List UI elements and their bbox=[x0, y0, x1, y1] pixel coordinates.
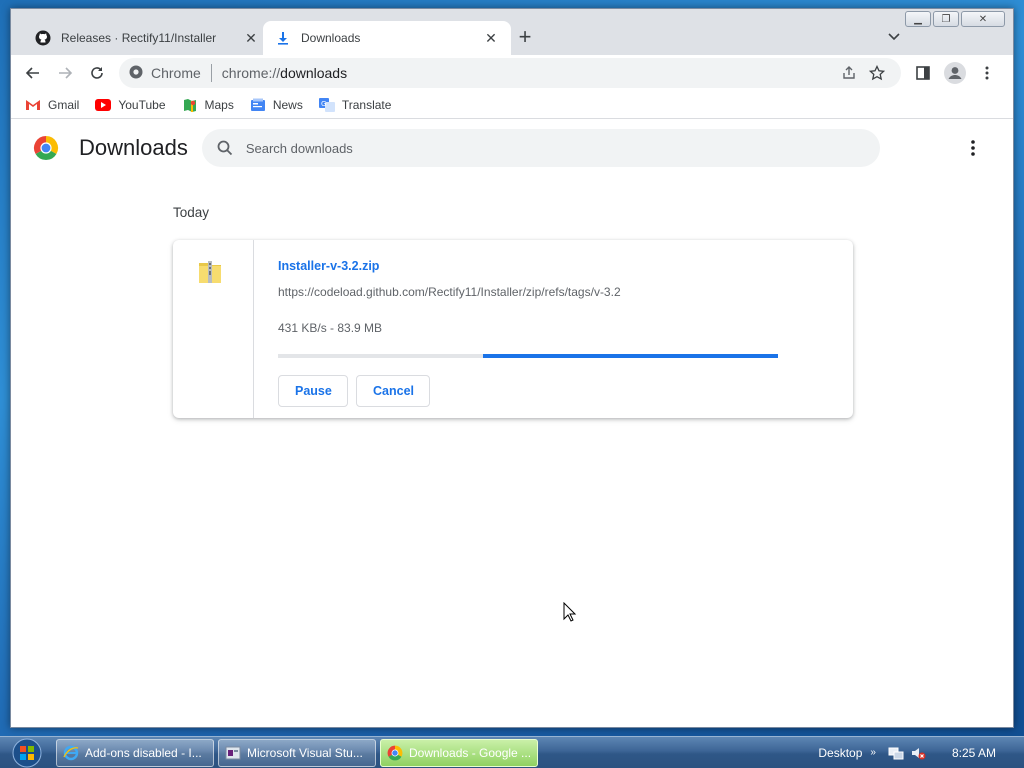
bookmark-maps[interactable]: Maps bbox=[182, 97, 234, 113]
desktop-toolbar-label[interactable]: Desktop bbox=[818, 746, 862, 760]
share-icon[interactable] bbox=[835, 59, 863, 87]
pause-button[interactable]: Pause bbox=[278, 375, 348, 407]
tab-releases[interactable]: Releases · Rectify11/Installer ✕ bbox=[23, 21, 271, 55]
taskbar: Add-ons disabled - I... Microsoft Visual… bbox=[0, 736, 1024, 768]
chrome-menu-button[interactable] bbox=[973, 59, 1001, 87]
toolbar: Chrome chrome:// downloads bbox=[11, 55, 1013, 91]
progress-status: 431 KB/s - 83.9 MB bbox=[278, 321, 383, 335]
kebab-menu-icon bbox=[985, 66, 989, 80]
volume-muted-icon[interactable] bbox=[910, 745, 926, 761]
bookmark-label: News bbox=[272, 97, 303, 112]
chrome-icon bbox=[387, 745, 403, 761]
taskbar-item-label: Downloads - Google ... bbox=[409, 745, 532, 760]
bookmarks-bar: Gmail YouTube Maps News G Translate bbox=[11, 91, 1013, 119]
search-input[interactable] bbox=[245, 140, 866, 156]
side-panel-icon bbox=[916, 66, 930, 80]
progress-bar bbox=[278, 354, 778, 358]
close-tab-icon[interactable]: ✕ bbox=[243, 30, 259, 47]
start-button[interactable] bbox=[8, 738, 46, 768]
network-icon[interactable] bbox=[888, 745, 904, 761]
bookmark-label: YouTube bbox=[118, 97, 166, 112]
page-menu-button[interactable] bbox=[963, 137, 983, 159]
file-icon-column bbox=[173, 240, 254, 418]
side-panel-button[interactable] bbox=[909, 59, 937, 87]
reload-button[interactable] bbox=[83, 59, 111, 87]
ie-icon bbox=[63, 745, 79, 761]
chrome-logo-icon bbox=[33, 135, 59, 161]
toolbar-chevron[interactable]: » bbox=[870, 747, 876, 758]
window-controls: ▁ ❐ ✕ bbox=[905, 11, 1005, 27]
forward-arrow-icon bbox=[59, 67, 73, 79]
bookmark-label: Maps bbox=[204, 97, 234, 112]
download-item: Installer-v-3.2.zip https://codeload.git… bbox=[173, 240, 853, 418]
chevron-down-icon[interactable] bbox=[885, 27, 903, 45]
avatar-icon bbox=[944, 62, 966, 84]
taskbar-item-visual-studio[interactable]: Microsoft Visual Stu... bbox=[218, 738, 376, 767]
download-icon bbox=[275, 30, 291, 46]
taskbar-item-ie[interactable]: Add-ons disabled - I... bbox=[56, 738, 214, 767]
forward-button[interactable] bbox=[51, 59, 79, 87]
minimize-button[interactable]: ▁ bbox=[905, 11, 931, 27]
bookmark-star-icon[interactable] bbox=[863, 59, 891, 87]
taskbar-item-label: Add-ons disabled - I... bbox=[85, 745, 202, 760]
bookmark-youtube[interactable]: YouTube bbox=[95, 97, 166, 113]
youtube-icon bbox=[95, 97, 112, 113]
file-url: https://codeload.github.com/Rectify11/In… bbox=[278, 285, 621, 299]
cancel-button[interactable]: Cancel bbox=[356, 375, 430, 407]
download-details: Installer-v-3.2.zip https://codeload.git… bbox=[254, 240, 853, 418]
search-box[interactable] bbox=[201, 129, 880, 167]
bookmark-label: Gmail bbox=[48, 97, 80, 112]
bookmark-label: Translate bbox=[341, 97, 392, 112]
windows-logo-icon bbox=[12, 738, 42, 767]
gmail-icon bbox=[25, 97, 41, 113]
reload-icon bbox=[91, 67, 103, 79]
restore-button[interactable]: ❐ bbox=[933, 11, 959, 27]
page-title: Downloads bbox=[79, 135, 188, 160]
close-window-button[interactable]: ✕ bbox=[961, 11, 1005, 27]
progress-bar-fill bbox=[483, 354, 778, 358]
profile-button[interactable] bbox=[941, 59, 969, 87]
file-name-link[interactable]: Installer-v-3.2.zip bbox=[278, 259, 379, 273]
tab-strip: Releases · Rectify11/Installer ✕ Downloa… bbox=[11, 9, 1013, 55]
taskbar-item-label: Microsoft Visual Stu... bbox=[247, 745, 363, 760]
back-arrow-icon bbox=[25, 67, 39, 79]
url-scheme: chrome:// bbox=[221, 65, 281, 81]
tab-downloads[interactable]: Downloads ✕ bbox=[263, 21, 511, 55]
chrome-site-icon bbox=[129, 65, 143, 82]
clock[interactable]: 8:25 AM bbox=[952, 746, 996, 760]
svg-text:G: G bbox=[321, 100, 326, 108]
tab-title: Downloads bbox=[301, 31, 361, 45]
bookmark-gmail[interactable]: Gmail bbox=[25, 97, 79, 113]
divider bbox=[210, 64, 212, 82]
date-heading: Today bbox=[173, 205, 210, 220]
page-header: Downloads bbox=[11, 119, 1013, 177]
site-chip: Chrome bbox=[151, 65, 201, 81]
news-icon bbox=[250, 97, 266, 113]
search-icon bbox=[216, 139, 234, 157]
installer-icon bbox=[225, 745, 241, 761]
bookmark-translate[interactable]: G Translate bbox=[318, 97, 392, 113]
mouse-cursor-icon bbox=[563, 601, 577, 622]
downloads-page: Downloads Today bbox=[11, 119, 1013, 719]
system-tray: Desktop » 8:25 AM bbox=[818, 745, 1024, 761]
taskbar-item-chrome[interactable]: Downloads - Google ... bbox=[380, 738, 538, 767]
new-tab-button[interactable]: + bbox=[513, 25, 537, 49]
back-button[interactable] bbox=[19, 59, 47, 87]
translate-icon: G bbox=[318, 97, 335, 113]
zip-folder-icon bbox=[197, 257, 225, 287]
maps-icon bbox=[182, 97, 198, 113]
chrome-window: Releases · Rectify11/Installer ✕ Downloa… bbox=[10, 8, 1014, 728]
kebab-menu-icon bbox=[971, 140, 975, 156]
address-bar[interactable]: Chrome chrome:// downloads bbox=[119, 58, 901, 88]
close-tab-icon[interactable]: ✕ bbox=[483, 30, 499, 47]
url-path: downloads bbox=[280, 65, 348, 81]
github-icon bbox=[35, 30, 51, 46]
tab-title: Releases · Rectify11/Installer bbox=[61, 31, 217, 45]
bookmark-news[interactable]: News bbox=[250, 97, 303, 113]
